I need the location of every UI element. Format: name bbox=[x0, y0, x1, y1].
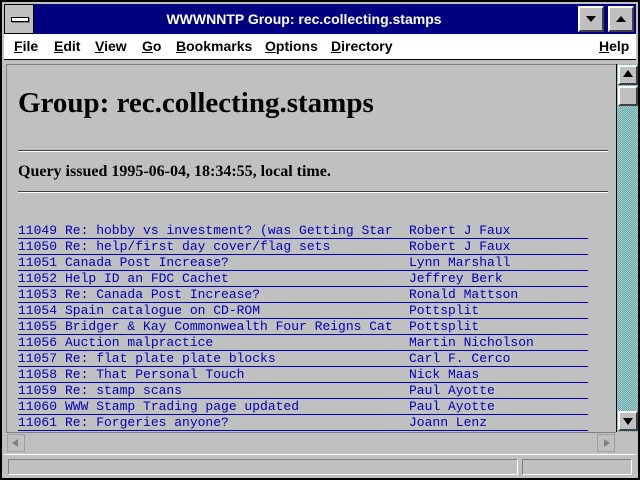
menu-bar: File Edit View Go Bookmarks Options Dire… bbox=[4, 34, 636, 60]
article-number[interactable]: 11060 bbox=[18, 399, 57, 414]
article-subject[interactable]: Re: help/first day cover/flag sets bbox=[65, 239, 406, 254]
horizontal-scrollbar[interactable] bbox=[6, 432, 616, 452]
article-link-row[interactable]: 11051 Canada Post Increase? Lynn Marshall bbox=[18, 255, 588, 271]
article-author[interactable]: Robert J Faux bbox=[409, 223, 510, 238]
menu-go[interactable]: Go bbox=[142, 38, 161, 54]
window-title: WWWNNTP Group: rec.collecting.stamps bbox=[166, 11, 442, 27]
article-author[interactable]: Ronald Mattson bbox=[409, 287, 518, 302]
title-bar[interactable]: WWWNNTP Group: rec.collecting.stamps bbox=[4, 4, 636, 34]
maximize-icon bbox=[616, 16, 626, 22]
menu-options[interactable]: Options bbox=[265, 38, 318, 54]
scroll-down-button[interactable] bbox=[618, 411, 638, 431]
article-author[interactable]: Nick Maas bbox=[409, 367, 479, 382]
article-number[interactable]: 11058 bbox=[18, 367, 57, 382]
article-number[interactable]: 11050 bbox=[18, 239, 57, 254]
article-link-row[interactable]: 11055 Bridger & Kay Commonwealth Four Rei… bbox=[18, 319, 588, 335]
menu-edit[interactable]: Edit bbox=[54, 38, 80, 54]
article-subject[interactable]: Re: hobby vs investment? (was Getting St… bbox=[65, 223, 406, 238]
scroll-thumb[interactable] bbox=[618, 86, 638, 106]
article-subject[interactable]: Re: Canada Post Increase? bbox=[65, 287, 406, 302]
article-author[interactable]: Paul Ayotte bbox=[409, 383, 495, 398]
maximize-button[interactable] bbox=[608, 6, 634, 32]
menu-view[interactable]: View bbox=[95, 38, 127, 54]
article-subject[interactable]: WWW Stamp Trading page updated bbox=[65, 399, 406, 414]
scrollbar-corner bbox=[616, 432, 638, 452]
article-subject[interactable]: Auction malpractice bbox=[65, 335, 406, 350]
page-title: Group: rec.collecting.stamps bbox=[18, 87, 374, 119]
article-author[interactable]: Pottsplit bbox=[409, 319, 479, 334]
article-subject[interactable]: Re: That Personal Touch bbox=[65, 367, 406, 382]
arrow-down-icon bbox=[623, 418, 633, 425]
vertical-scrollbar[interactable] bbox=[616, 64, 638, 432]
article-link-row[interactable]: 11058 Re: That Personal Touch Nick Maas bbox=[18, 367, 588, 383]
article-link-row[interactable]: 11054 Spain catalogue on CD-ROM Pottsplit bbox=[18, 303, 588, 319]
article-author[interactable]: Joann Lenz bbox=[409, 415, 487, 430]
status-bar bbox=[4, 454, 636, 478]
article-author[interactable]: Pottsplit bbox=[409, 303, 479, 318]
arrow-right-icon bbox=[604, 439, 610, 447]
article-subject[interactable]: Bridger & Kay Commonwealth Four Reigns C… bbox=[65, 319, 406, 334]
article-number[interactable]: 11061 bbox=[18, 415, 57, 430]
article-link-row[interactable]: 11060 WWW Stamp Trading page updated Paul … bbox=[18, 399, 588, 415]
status-progress-panel bbox=[522, 459, 632, 475]
article-link-row[interactable]: 11050 Re: help/first day cover/flag sets R… bbox=[18, 239, 588, 255]
scroll-left-button[interactable] bbox=[7, 434, 25, 452]
article-subject[interactable]: Re: Forgeries anyone? bbox=[65, 415, 406, 430]
article-number[interactable]: 11049 bbox=[18, 223, 57, 238]
article-link-row[interactable]: 11049 Re: hobby vs investment? (was Getti… bbox=[18, 223, 588, 239]
arrow-left-icon bbox=[12, 439, 18, 447]
article-link-row[interactable]: 11059 Re: stamp scans Paul Ayotte bbox=[18, 383, 588, 399]
article-number[interactable]: 11053 bbox=[18, 287, 57, 302]
scroll-up-button[interactable] bbox=[618, 65, 638, 85]
article-number[interactable]: 11057 bbox=[18, 351, 57, 366]
app-window: WWWNNTP Group: rec.collecting.stamps Fil… bbox=[0, 0, 640, 480]
article-link-row[interactable]: 11053 Re: Canada Post Increase? Ronald Mat… bbox=[18, 287, 588, 303]
article-subject[interactable]: Re: stamp scans bbox=[65, 383, 406, 398]
arrow-up-icon bbox=[623, 70, 633, 77]
article-number[interactable]: 11054 bbox=[18, 303, 57, 318]
article-author[interactable]: Lynn Marshall bbox=[409, 255, 510, 270]
scroll-right-button[interactable] bbox=[597, 434, 615, 452]
article-subject[interactable]: Spain catalogue on CD-ROM bbox=[65, 303, 406, 318]
article-author[interactable]: Carl F. Cerco bbox=[409, 351, 510, 366]
article-link-row[interactable]: 11057 Re: flat plate plate blocks Carl F. … bbox=[18, 351, 588, 367]
article-link-row[interactable]: 11056 Auction malpractice Martin Nicholson bbox=[18, 335, 588, 351]
article-number[interactable]: 11051 bbox=[18, 255, 57, 270]
article-author[interactable]: Martin Nicholson bbox=[409, 335, 534, 350]
horizontal-rule bbox=[18, 150, 608, 152]
article-author[interactable]: Paul Ayotte bbox=[409, 399, 495, 414]
menu-bookmarks[interactable]: Bookmarks bbox=[176, 38, 252, 54]
system-menu-icon[interactable] bbox=[4, 4, 34, 34]
article-subject[interactable]: Re: flat plate plate blocks bbox=[65, 351, 406, 366]
article-number[interactable]: 11056 bbox=[18, 335, 57, 350]
article-list: 11049 Re: hobby vs investment? (was Getti… bbox=[18, 223, 588, 431]
minimize-icon bbox=[586, 16, 596, 22]
horizontal-rule bbox=[18, 191, 608, 193]
article-number[interactable]: 11052 bbox=[18, 271, 57, 286]
article-author[interactable]: Robert J Faux bbox=[409, 239, 510, 254]
article-subject[interactable]: Canada Post Increase? bbox=[65, 255, 406, 270]
article-number[interactable]: 11055 bbox=[18, 319, 57, 334]
menu-help[interactable]: Help bbox=[599, 38, 629, 54]
minimize-button[interactable] bbox=[578, 6, 604, 32]
query-status-text: Query issued 1995-06-04, 18:34:55, local… bbox=[18, 163, 331, 180]
status-message-panel bbox=[8, 459, 518, 475]
article-link-row[interactable]: 11061 Re: Forgeries anyone? Joann Lenz bbox=[18, 415, 588, 431]
article-subject[interactable]: Help ID an FDC Cachet bbox=[65, 271, 406, 286]
document-view: Group: rec.collecting.stamps Query issue… bbox=[6, 64, 616, 432]
article-author[interactable]: Jeffrey Berk bbox=[409, 271, 503, 286]
article-number[interactable]: 11059 bbox=[18, 383, 57, 398]
menu-directory[interactable]: Directory bbox=[331, 38, 392, 54]
menu-file[interactable]: File bbox=[14, 38, 38, 54]
article-link-row[interactable]: 11052 Help ID an FDC Cachet Jeffrey Berk bbox=[18, 271, 588, 287]
